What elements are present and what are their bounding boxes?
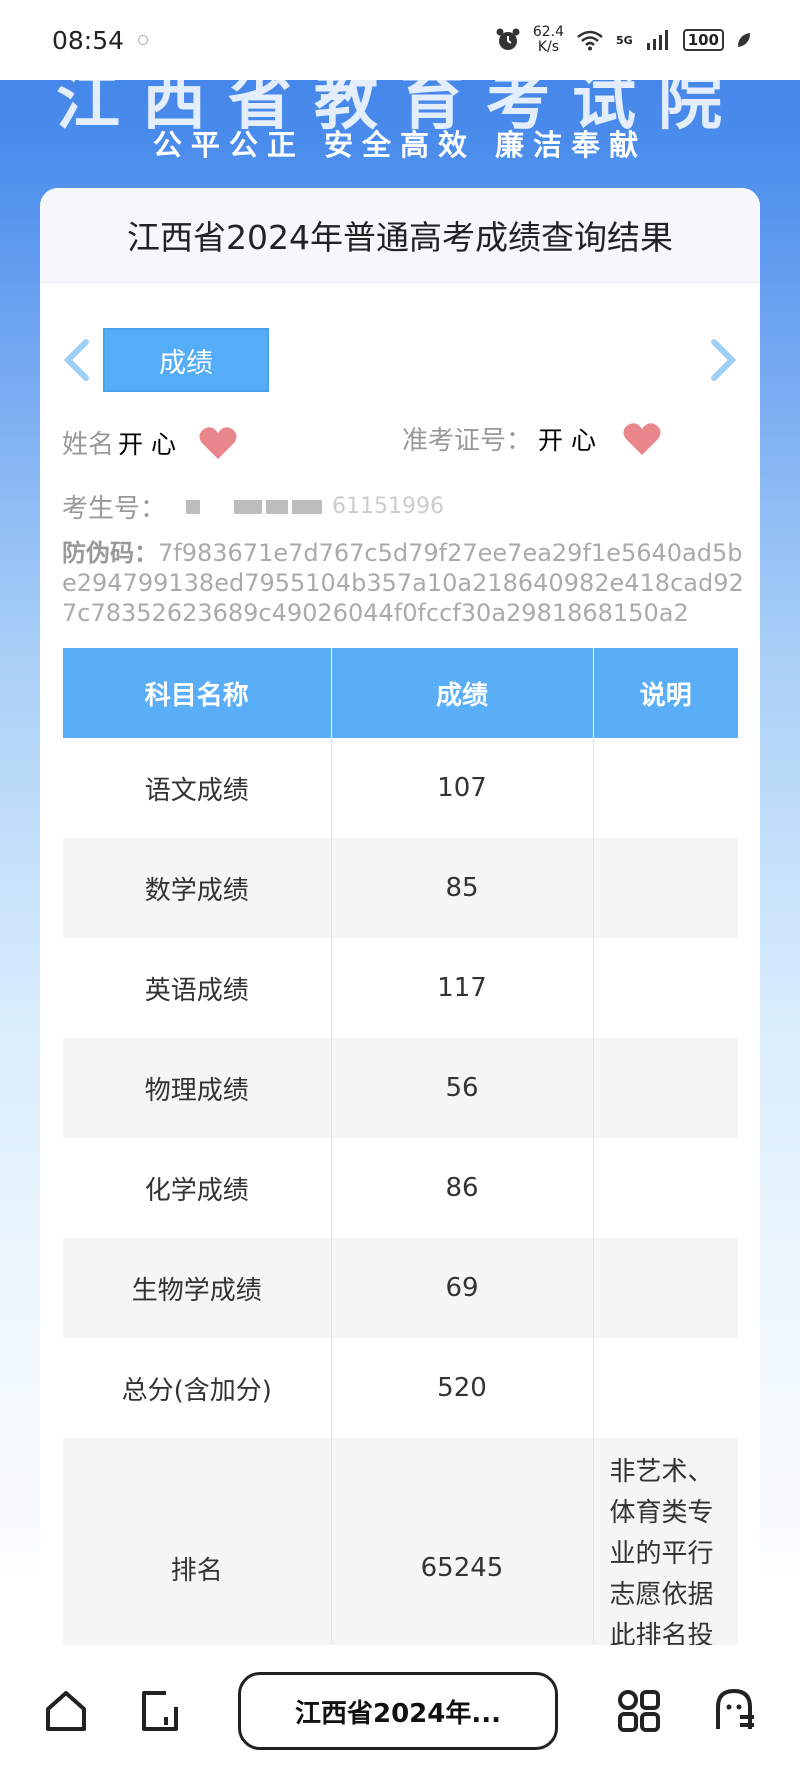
score-cell: 69 — [331, 1238, 594, 1338]
header-banner: 江西省教育考试院 公平公正 安全高效 廉洁奉献 — [0, 80, 800, 190]
apps-grid-icon[interactable] — [615, 1687, 663, 1735]
table-row: 物理成绩 56 — [63, 1038, 738, 1138]
exam-number-label: 准考证号： — [402, 426, 533, 456]
exam-number-value: 开 心 — [538, 425, 596, 455]
header-note: 说明 — [593, 648, 738, 738]
tab-scores[interactable]: 成绩 — [103, 328, 269, 392]
tab-row: 成绩 — [40, 328, 760, 394]
subject-cell: 物理成绩 — [63, 1038, 332, 1138]
note-cell — [593, 838, 738, 938]
current-page-title-button[interactable]: 江西省2024年... — [238, 1672, 558, 1750]
net-speed-unit: K/s — [537, 39, 560, 55]
tabs-icon[interactable] — [136, 1687, 184, 1735]
header-subject: 科目名称 — [63, 648, 332, 738]
signal-icon — [646, 30, 668, 50]
chevron-right-icon[interactable] — [706, 338, 740, 382]
status-time: 08:54 — [52, 25, 125, 55]
subject-cell: 排名 — [63, 1438, 332, 1648]
table-row: 英语成绩 117 — [63, 938, 738, 1038]
status-right: 62.4 K/s 5G 100 — [495, 25, 752, 55]
network-type: 5G — [616, 33, 633, 47]
note-cell — [593, 938, 738, 1038]
name-label: 姓名 — [62, 430, 115, 460]
note-cell — [593, 1138, 738, 1238]
bottom-nav: 江西省2024年... — [0, 1645, 800, 1776]
anti-fake-code: 防伪码：7f983671e7d767c5d79f27ee7ea29f1e5640… — [62, 538, 752, 628]
chevron-left-icon[interactable] — [60, 338, 94, 382]
page-title: 江西省2024年普通高考成绩查询结果 — [127, 218, 673, 257]
subject-cell: 英语成绩 — [63, 938, 332, 1038]
leaf-icon — [738, 33, 750, 47]
name-row: 姓名 开 心 — [62, 424, 238, 461]
subject-cell: 化学成绩 — [63, 1138, 332, 1238]
table-row: 化学成绩 86 — [63, 1138, 738, 1238]
note-cell — [593, 738, 738, 838]
profile-ghost-icon[interactable] — [710, 1685, 758, 1733]
header-score: 成绩 — [331, 648, 594, 738]
score-cell: 85 — [331, 838, 594, 938]
subject-cell: 生物学成绩 — [63, 1238, 332, 1338]
subject-cell: 语文成绩 — [63, 738, 332, 838]
table-row: 语文成绩 107 — [63, 738, 738, 838]
heart-sticker-icon — [199, 426, 237, 459]
notification-dot-icon — [138, 35, 149, 45]
score-cell: 520 — [331, 1338, 594, 1438]
status-left: 08:54 — [52, 25, 149, 55]
note-cell — [593, 1038, 738, 1138]
battery-indicator: 100 — [682, 29, 724, 51]
note-cell — [593, 1338, 738, 1438]
table-header-row: 科目名称 成绩 说明 — [63, 648, 738, 738]
anti-fake-value: 7f983671e7d767c5d79f27ee7ea29f1e5640ad5b… — [62, 539, 744, 627]
heart-sticker-icon — [623, 422, 661, 455]
home-icon[interactable] — [42, 1687, 90, 1735]
alarm-icon — [496, 28, 520, 50]
candidate-number-value: 61151996 — [332, 494, 444, 519]
score-cell: 65245 — [331, 1438, 594, 1648]
subject-cell: 总分(含加分) — [63, 1338, 332, 1438]
table-row: 数学成绩 85 — [63, 838, 738, 938]
table-row: 生物学成绩 69 — [63, 1238, 738, 1338]
score-cell: 86 — [331, 1138, 594, 1238]
anti-fake-label: 防伪码： — [62, 539, 158, 567]
net-speed-value: 62.4 — [532, 24, 564, 40]
redaction-mark — [186, 492, 326, 522]
note-cell: 非艺术、体育类专业的平行志愿依据此排名投档 — [593, 1438, 738, 1648]
banner-slogan: 公平公正 安全高效 廉洁奉献 — [152, 128, 648, 162]
candidate-number-row: 考生号： 61151996 — [62, 488, 444, 525]
score-cell: 117 — [331, 938, 594, 1038]
exam-number-row: 准考证号： 开 心 — [402, 420, 662, 457]
score-table: 科目名称 成绩 说明 语文成绩 107 数学成绩 85 英语成绩 117 物理成… — [63, 648, 738, 1648]
table-row: 总分(含加分) 520 — [63, 1338, 738, 1438]
net-speed: 62.4 K/s — [533, 25, 564, 55]
wifi-icon — [577, 30, 603, 51]
card-title-bar: 江西省2024年普通高考成绩查询结果 — [40, 188, 760, 283]
status-bar: 08:54 62.4 K/s 5G 100 — [0, 0, 800, 80]
table-row: 排名 65245 非艺术、体育类专业的平行志愿依据此排名投档 — [63, 1438, 738, 1648]
score-cell: 107 — [331, 738, 594, 838]
name-value: 开 心 — [118, 429, 176, 459]
score-cell: 56 — [331, 1038, 594, 1138]
candidate-number-label: 考生号： — [62, 494, 167, 524]
result-card: 江西省2024年普通高考成绩查询结果 成绩 姓名 开 心 准考证号： 开 心 考… — [40, 188, 760, 1648]
note-cell — [593, 1238, 738, 1338]
subject-cell: 数学成绩 — [63, 838, 332, 938]
